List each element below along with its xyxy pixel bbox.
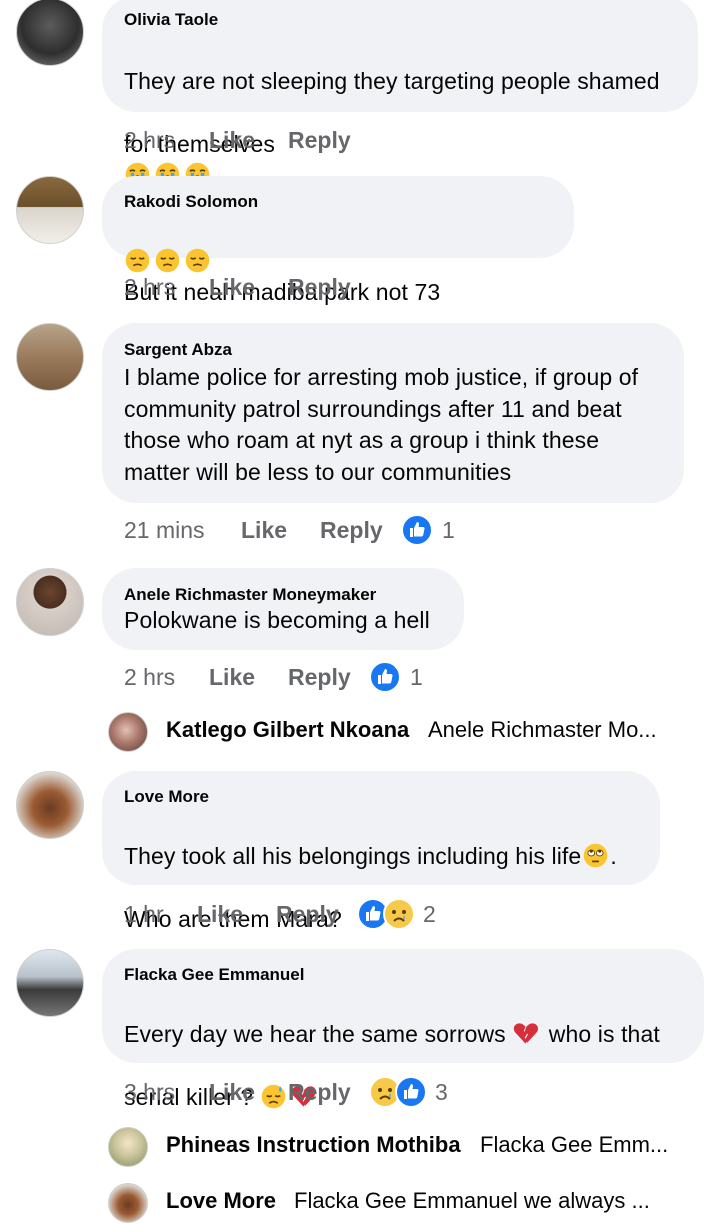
avatar[interactable]	[16, 949, 84, 1017]
comment-text-segment: They took all his belongings including h…	[124, 842, 582, 869]
comment-text-line: Every day we hear the same sorrows who i…	[124, 1019, 660, 1051]
reply-button[interactable]: Reply	[288, 1075, 351, 1109]
reply-button[interactable]: Reply	[288, 270, 351, 304]
comment-text-segment: .	[610, 842, 617, 869]
reaction-count[interactable]: 2	[423, 897, 436, 931]
comment-author[interactable]: Anele Richmaster Moneymaker	[124, 585, 376, 605]
comment-author[interactable]: Love More	[124, 787, 209, 807]
reply-snippet[interactable]: Flacka Gee Emmanuel we always ...	[294, 1188, 650, 1214]
like-reaction-icon[interactable]	[395, 1076, 427, 1108]
comment-text: They took all his belongings including h…	[124, 809, 617, 967]
comment-text: Every day we hear the same sorrows who i…	[124, 987, 660, 1145]
like-reaction-icon[interactable]	[369, 661, 401, 693]
reaction-count[interactable]: 3	[435, 1075, 448, 1109]
reply-button[interactable]: Reply	[288, 660, 351, 694]
comment-text-segment: who is that	[548, 1020, 660, 1047]
reaction-count[interactable]: 1	[442, 513, 455, 547]
avatar[interactable]	[108, 1127, 148, 1167]
like-button[interactable]: Like	[209, 270, 255, 304]
reply-author[interactable]: Phineas Instruction Mothiba	[166, 1132, 461, 1158]
avatar[interactable]	[16, 323, 84, 391]
comment-time[interactable]: 1 hr	[124, 897, 164, 931]
avatar[interactable]	[108, 712, 148, 752]
avatar[interactable]	[16, 771, 84, 839]
broken-heart-emoji-icon	[512, 1020, 539, 1047]
comment-author[interactable]: Flacka Gee Emmanuel	[124, 965, 304, 985]
avatar[interactable]	[108, 1183, 148, 1223]
reply-snippet[interactable]: Flacka Gee Emm...	[480, 1132, 668, 1158]
comment-bubble: Love More They took all his belongings i…	[102, 771, 660, 932]
eye-roll-emoji-icon	[582, 842, 609, 869]
downcast-sweat-emoji-icon	[260, 1083, 287, 1110]
comment-bubble: Flacka Gee Emmanuel Every day we hear th…	[102, 949, 704, 1110]
reaction-count[interactable]: 1	[410, 660, 423, 694]
comment-text-line: They took all his belongings including h…	[124, 841, 617, 873]
comment-time[interactable]: 2 hrs	[124, 123, 175, 157]
reply-snippet[interactable]: Anele Richmaster Mo...	[428, 717, 657, 743]
comment-author[interactable]: Olivia Taole	[124, 10, 218, 30]
like-reaction-icon[interactable]	[401, 514, 433, 546]
comment-time[interactable]: 2 hrs	[124, 660, 175, 694]
like-button[interactable]: Like	[209, 1075, 255, 1109]
pensive-emoji-icon	[184, 247, 211, 274]
like-button[interactable]: Like	[209, 123, 255, 157]
like-button[interactable]: Like	[197, 897, 243, 931]
reply-button[interactable]: Reply	[320, 513, 383, 547]
like-button[interactable]: Like	[241, 513, 287, 547]
reply-button[interactable]: Reply	[288, 123, 351, 157]
comment-text: I blame police for arresting mob justice…	[124, 364, 639, 485]
sad-reaction-icon[interactable]	[383, 898, 415, 930]
reply-button[interactable]: Reply	[276, 897, 339, 931]
avatar[interactable]	[16, 0, 84, 66]
comment-time[interactable]: 2 hrs	[124, 270, 175, 304]
comment-text-line: They are not sleeping they targeting peo…	[124, 67, 660, 94]
comment-time[interactable]: 21 mins	[124, 513, 205, 547]
comment-bubble: Sargent Abza I blame police for arrestin…	[102, 323, 684, 503]
avatar[interactable]	[16, 176, 84, 244]
comment-text-segment: Every day we hear the same sorrows	[124, 1020, 506, 1047]
avatar[interactable]	[16, 568, 84, 636]
reply-author[interactable]: Katlego Gilbert Nkoana	[166, 717, 409, 743]
comment-bubble: Rakodi Solomon But it neah madiba park n…	[102, 176, 574, 305]
comment-author[interactable]: Sargent Abza	[124, 340, 232, 360]
comment-author[interactable]: Rakodi Solomon	[124, 192, 258, 212]
comment-time[interactable]: 3 hrs	[124, 1075, 175, 1109]
reply-author[interactable]: Love More	[166, 1188, 276, 1214]
comment-bubble: Olivia Taole They are not sleeping they …	[102, 0, 698, 112]
comment-bubble: Anele Richmaster Moneymaker Polokwane is…	[102, 568, 464, 650]
comment-text: Polokwane is becoming a hell	[124, 607, 430, 633]
like-button[interactable]: Like	[209, 660, 255, 694]
